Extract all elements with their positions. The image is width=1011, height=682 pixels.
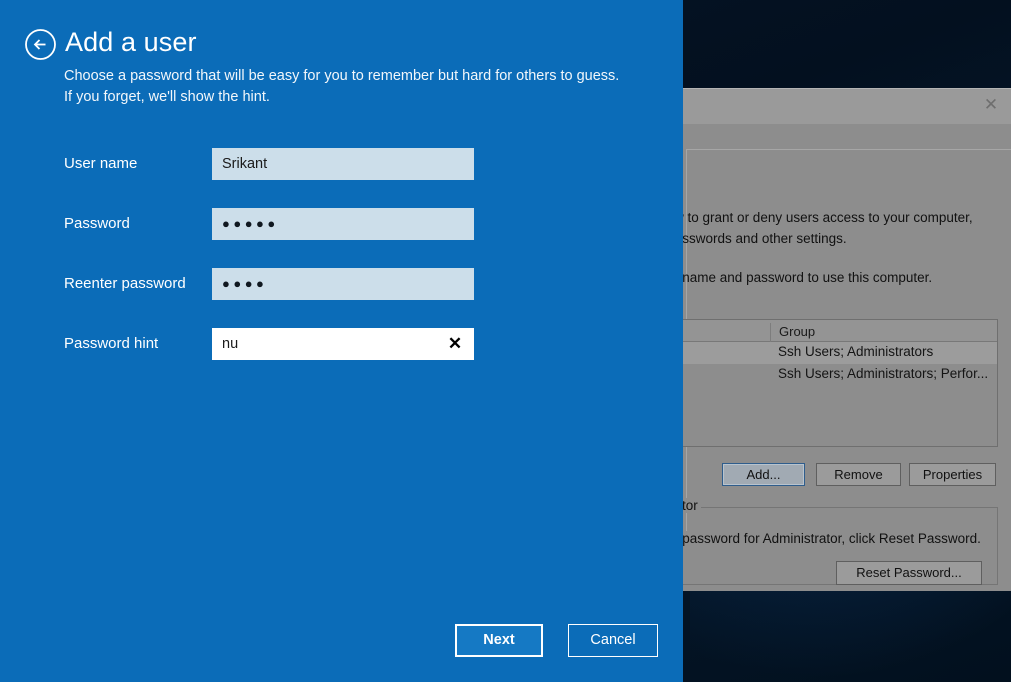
add-user-wizard: Add a user Choose a password that will b… — [0, 0, 683, 682]
user-accounts-dialog[interactable]: ✕ t below to grant or deny users access … — [683, 88, 1011, 590]
properties-button[interactable]: Properties — [909, 463, 996, 486]
form-row-reenter-password: Reenter password ●●●● — [0, 268, 683, 328]
clear-x-icon[interactable]: ✕ — [443, 332, 467, 356]
table-row[interactable]: Ssh Users; Administrators; Perfor... — [683, 364, 997, 386]
form-row-password-hint: Password hint nu ✕ — [0, 328, 683, 388]
dialog-titlebar[interactable]: ✕ — [683, 89, 1011, 124]
label-password: Password — [64, 215, 130, 232]
dialog-paragraph-1: t below to grant or deny users access to… — [683, 209, 973, 227]
reenter-password-input[interactable]: ●●●● — [212, 268, 474, 300]
form-row-username: User name Srikant — [0, 148, 683, 208]
groupbox-legend: inistrator — [683, 498, 701, 513]
users-list-header: Group — [683, 320, 997, 342]
add-user-button[interactable]: Add... — [722, 463, 805, 486]
reset-password-button[interactable]: Reset Password... — [836, 561, 982, 585]
username-input[interactable]: Srikant — [212, 148, 474, 180]
cancel-button[interactable]: Cancel — [568, 624, 658, 657]
label-password-hint: Password hint — [64, 335, 158, 352]
dialog-tabstrip[interactable] — [683, 124, 1011, 148]
wizard-footer: Next Cancel — [0, 624, 683, 660]
page-title: Add a user — [65, 27, 197, 58]
page-description: Choose a password that will be easy for … — [64, 66, 624, 108]
back-arrow-icon[interactable] — [24, 28, 57, 61]
remove-user-button[interactable]: Remove — [816, 463, 901, 486]
next-button[interactable]: Next — [455, 624, 543, 657]
groupbox-description: ge the password for Administrator, click… — [683, 531, 981, 546]
add-user-form: User name Srikant Password ●●●●● Reenter… — [0, 148, 683, 388]
label-reenter-password: Reenter password — [64, 275, 186, 292]
password-hint-input[interactable]: nu — [212, 328, 474, 360]
label-username: User name — [64, 155, 137, 172]
password-input[interactable]: ●●●●● — [212, 208, 474, 240]
dialog-body: t below to grant or deny users access to… — [683, 147, 1011, 591]
cell-group: Ssh Users; Administrators; Perfor... — [778, 366, 988, 381]
users-list[interactable]: Group Ssh Users; Administrators Ssh User… — [683, 319, 998, 447]
dialog-paragraph-3: a user name and password to use this com… — [683, 269, 932, 287]
form-row-password: Password ●●●●● — [0, 208, 683, 268]
cell-group: Ssh Users; Administrators — [778, 344, 933, 359]
table-row[interactable]: Ssh Users; Administrators — [683, 342, 997, 364]
close-x-icon[interactable]: ✕ — [977, 93, 1005, 117]
dialog-paragraph-2: nge passwords and other settings. — [683, 230, 847, 248]
screen-root: ✕ t below to grant or deny users access … — [0, 0, 1011, 682]
column-header-group: Group — [770, 323, 815, 342]
